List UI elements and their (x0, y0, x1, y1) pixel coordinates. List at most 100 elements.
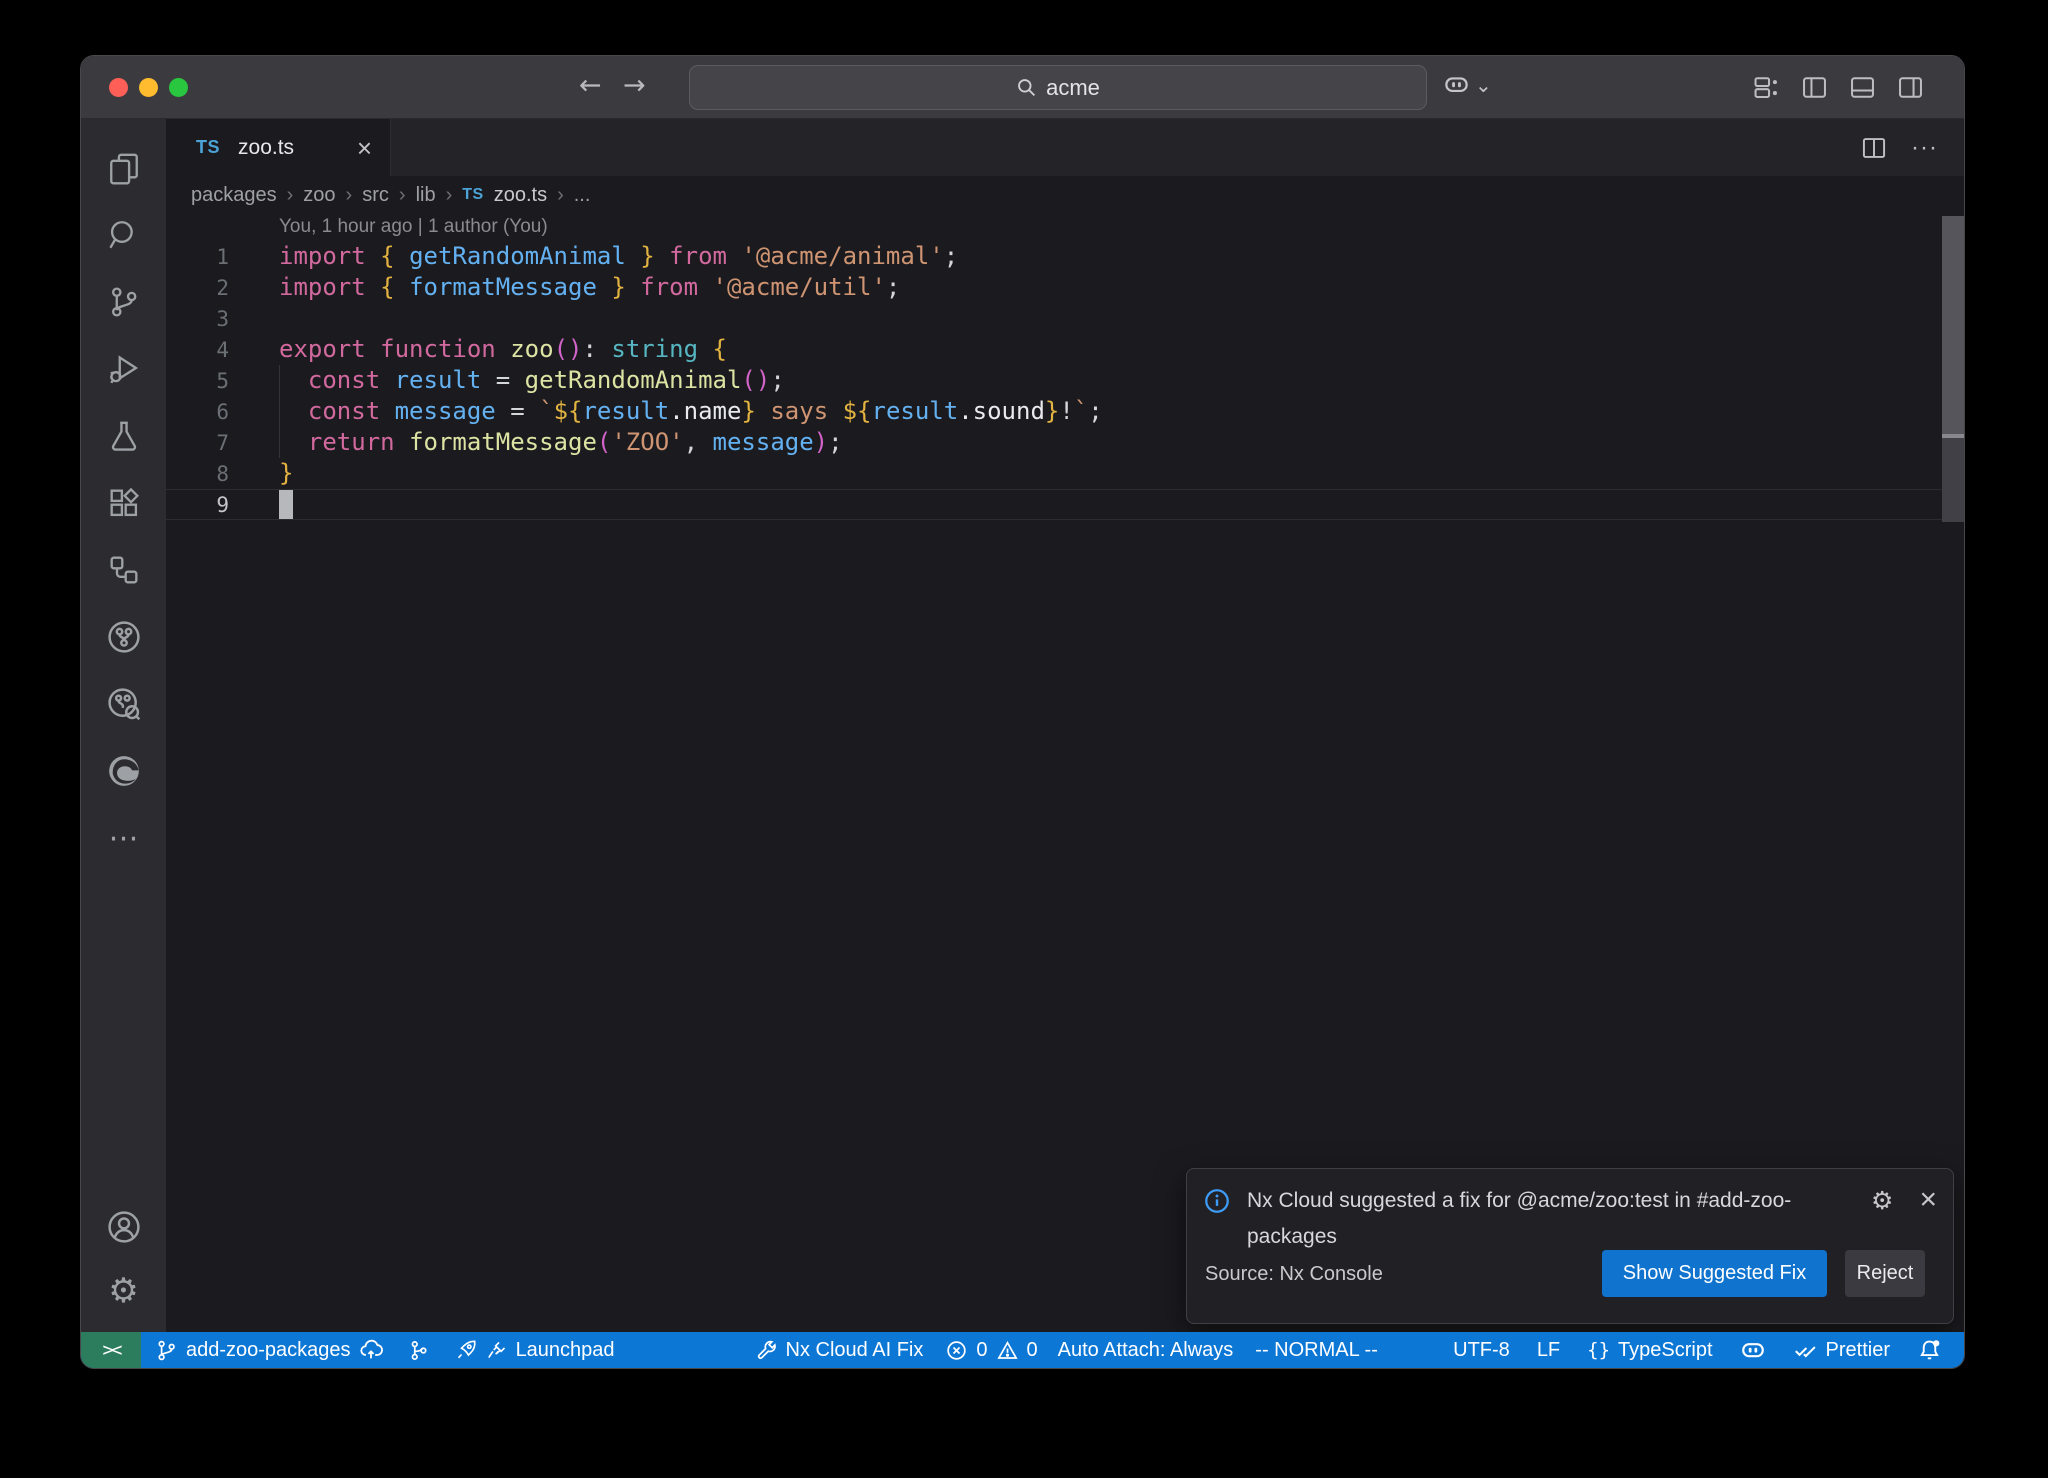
code-line-6[interactable]: 6 const message = `${result.name} says $… (166, 396, 1942, 427)
code-line-7[interactable]: 7 return formatMessage('ZOO', message); (166, 427, 1942, 458)
breadcrumb-separator: › (399, 184, 406, 207)
vim-block-cursor (279, 490, 293, 519)
remote-indicator[interactable]: >< (81, 1332, 141, 1368)
accounts-icon[interactable] (105, 1208, 143, 1246)
cloud-upload-icon (359, 1338, 383, 1362)
notifications-status-item[interactable] (1917, 1338, 1942, 1363)
code-line-content: import { formatMessage } from '@acme/uti… (279, 272, 900, 303)
braces-icon: {} (1587, 1339, 1610, 1361)
explorer-icon[interactable] (105, 149, 143, 187)
edge-tools-icon[interactable] (105, 752, 143, 790)
auto-attach-label: Auto Attach: Always (1058, 1339, 1234, 1362)
testing-icon[interactable] (105, 417, 143, 455)
show-suggested-fix-button[interactable]: Show Suggested Fix (1602, 1250, 1827, 1297)
notification-source: Source: Nx Console (1205, 1263, 1383, 1286)
warning-count: 0 (1027, 1339, 1038, 1362)
split-editor-icon[interactable] (1861, 135, 1887, 161)
breadcrumb-file-icon: TS (462, 186, 483, 204)
line-number[interactable]: 9 (166, 493, 229, 517)
search-icon (1016, 77, 1037, 98)
double-check-icon (1793, 1338, 1818, 1363)
code-line-2[interactable]: 2 import { formatMessage } from '@acme/ut… (166, 272, 1942, 303)
source-control-icon[interactable] (105, 283, 143, 321)
notification-settings-icon[interactable]: ⚙ (1871, 1186, 1893, 1215)
code-line-1[interactable]: 1import { getRandomAnimal } from '@acme/… (166, 241, 1942, 272)
search-sidebar-icon[interactable] (105, 216, 143, 254)
breadcrumb-file[interactable]: zoo.ts (494, 184, 547, 207)
branch-status-item[interactable]: add-zoo-packages (155, 1338, 383, 1362)
navigate-back-icon[interactable]: ← (579, 70, 602, 101)
nx-cloud-fix-status-item[interactable]: Nx Cloud AI Fix (755, 1339, 924, 1362)
reject-button[interactable]: Reject (1845, 1250, 1925, 1297)
editor-scrollbar[interactable] (1942, 216, 1964, 434)
line-number[interactable]: 6 (166, 400, 229, 424)
breadcrumb-separator: › (287, 184, 294, 207)
copilot-menu[interactable]: ⌄ (1443, 71, 1492, 98)
project-graph-icon[interactable] (105, 551, 143, 589)
git-branch-icon (155, 1339, 178, 1362)
run-debug-icon[interactable] (105, 350, 143, 388)
line-number[interactable]: 8 (166, 462, 229, 486)
code-line-content: const result = getRandomAnimal(); (279, 365, 785, 396)
toggle-secondary-sidebar-icon[interactable] (1897, 74, 1924, 101)
customize-layout-icon[interactable] (1753, 74, 1780, 101)
info-icon (1204, 1188, 1230, 1214)
tab-close-icon[interactable]: × (357, 135, 372, 161)
line-number[interactable]: 5 (166, 369, 229, 393)
plug-icon (486, 1339, 508, 1361)
breadcrumb-separator: › (557, 184, 564, 207)
toggle-panel-icon[interactable] (1849, 74, 1876, 101)
language-status-item[interactable]: {} TypeScript (1587, 1339, 1712, 1362)
code-editor[interactable]: 1import { getRandomAnimal } from '@acme/… (166, 241, 1942, 520)
breadcrumb-item[interactable]: src (362, 184, 389, 207)
git-graph-status-item[interactable] (407, 1339, 430, 1362)
extensions-icon[interactable] (105, 484, 143, 522)
navigate-forward-icon[interactable]: → (623, 70, 646, 101)
line-number[interactable]: 3 (166, 307, 229, 331)
notification-close-icon[interactable]: × (1919, 1185, 1937, 1215)
auto-attach-status-item[interactable]: Auto Attach: Always (1058, 1339, 1234, 1362)
more-actions-icon[interactable]: ··· (1911, 134, 1938, 162)
editor-scrollbar-lower[interactable] (1942, 438, 1964, 522)
window-minimize-button[interactable] (139, 78, 158, 97)
line-number[interactable]: 1 (166, 245, 229, 269)
bell-dot-icon (1917, 1338, 1942, 1363)
status-bar: >< add-zoo-packages Launchpad Nx Cloud A… (81, 1332, 1964, 1368)
additional-views-icon[interactable]: ⋯ (105, 819, 143, 857)
code-line-8[interactable]: 8} (166, 458, 1942, 489)
line-number[interactable]: 4 (166, 338, 229, 362)
nx-console-icon[interactable] (105, 618, 143, 656)
line-number[interactable]: 7 (166, 431, 229, 455)
settings-gear-icon[interactable]: ⚙ (105, 1272, 143, 1310)
breadcrumb-item[interactable]: zoo (303, 184, 335, 207)
formatter-status-item[interactable]: Prettier (1793, 1338, 1890, 1363)
code-line-content: const message = `${result.name} says ${r… (279, 396, 1103, 427)
eol-status-item[interactable]: LF (1537, 1339, 1560, 1362)
breadcrumb-overflow[interactable]: ... (574, 184, 591, 207)
encoding-status-item[interactable]: UTF-8 (1453, 1339, 1510, 1362)
code-line-3[interactable]: 3 (166, 303, 1942, 334)
code-line-5[interactable]: 5 const result = getRandomAnimal(); (166, 365, 1942, 396)
window-zoom-button[interactable] (169, 78, 188, 97)
indent-guide (279, 365, 280, 458)
breadcrumb-item[interactable]: packages (191, 184, 277, 207)
problems-status-item[interactable]: 0 0 (945, 1339, 1037, 1362)
launchpad-status-item[interactable]: Launchpad (454, 1338, 615, 1362)
copilot-status-item[interactable] (1740, 1337, 1766, 1363)
breadcrumb-separator: › (346, 184, 353, 207)
breadcrumb-item[interactable]: lib (416, 184, 436, 207)
error-count: 0 (976, 1339, 987, 1362)
rocket-icon (454, 1338, 478, 1362)
breadcrumb-separator: › (446, 184, 453, 207)
line-number[interactable]: 2 (166, 276, 229, 300)
tab-zoo-ts[interactable]: TS zoo.ts × (166, 119, 391, 176)
code-line-9[interactable]: 9 (166, 489, 1942, 520)
window-close-button[interactable] (109, 78, 128, 97)
vim-mode-status-item[interactable]: -- NORMAL -- (1255, 1339, 1378, 1362)
warnings-icon (996, 1339, 1019, 1362)
code-line-4[interactable]: 4export function zoo(): string { (166, 334, 1942, 365)
nx-cloud-icon[interactable] (105, 685, 143, 723)
toggle-primary-sidebar-icon[interactable] (1801, 74, 1828, 101)
tab-strip: TS zoo.ts × ··· (166, 119, 1964, 176)
command-center-search[interactable]: acme (689, 65, 1427, 110)
